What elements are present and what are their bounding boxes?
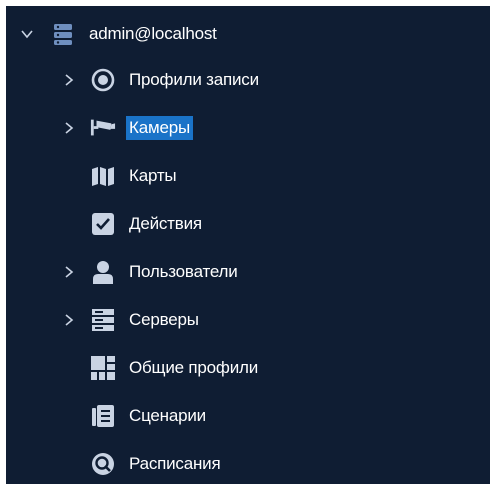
tree-item-label: Общие профили (129, 358, 259, 377)
camera-icon (90, 115, 116, 141)
tree-item-actions[interactable]: Действия (6, 206, 490, 242)
tree-item-shared-profiles[interactable]: Общие профили (6, 350, 490, 386)
chevron-right-icon[interactable] (62, 313, 76, 327)
grid-profile-icon (90, 355, 116, 381)
chevron-right-icon[interactable] (62, 265, 76, 279)
tree-item-label: Расписания (129, 454, 221, 473)
map-icon (90, 163, 116, 189)
tree-item-label: Пользователи (129, 262, 238, 281)
scenario-icon (90, 403, 116, 429)
tree-item-schedules[interactable]: Расписания (6, 446, 490, 482)
tree-item-label: Камеры (126, 116, 193, 140)
record-profile-icon (90, 67, 116, 93)
tree-item-label: Серверы (129, 310, 199, 329)
tree-item-label: Карты (129, 166, 177, 185)
tree-root-admin[interactable]: admin@localhost (6, 16, 490, 52)
chevron-right-icon[interactable] (62, 121, 76, 135)
tree-item-scenarios[interactable]: Сценарии (6, 398, 490, 434)
schedule-icon (90, 451, 116, 477)
tree-item-maps[interactable]: Карты (6, 158, 490, 194)
tree-item-label: Сценарии (129, 406, 206, 425)
tree-item-label: Профили записи (129, 70, 259, 89)
tree-item-label: Действия (129, 214, 202, 233)
chevron-right-icon[interactable] (62, 73, 76, 87)
tree-item-users[interactable]: Пользователи (6, 254, 490, 290)
tree-item-recording-profiles[interactable]: Профили записи (6, 62, 490, 98)
chevron-down-icon[interactable] (20, 27, 34, 41)
servers-icon (90, 307, 116, 333)
tree-root-label: admin@localhost (89, 24, 217, 43)
user-icon (90, 259, 116, 285)
tree-item-cameras[interactable]: Камеры (6, 110, 490, 146)
server-stack-icon (50, 21, 76, 47)
tree-item-servers[interactable]: Серверы (6, 302, 490, 338)
checkbox-icon (90, 211, 116, 237)
navigation-tree: admin@localhost Профили записи Камеры Ка… (6, 6, 490, 484)
